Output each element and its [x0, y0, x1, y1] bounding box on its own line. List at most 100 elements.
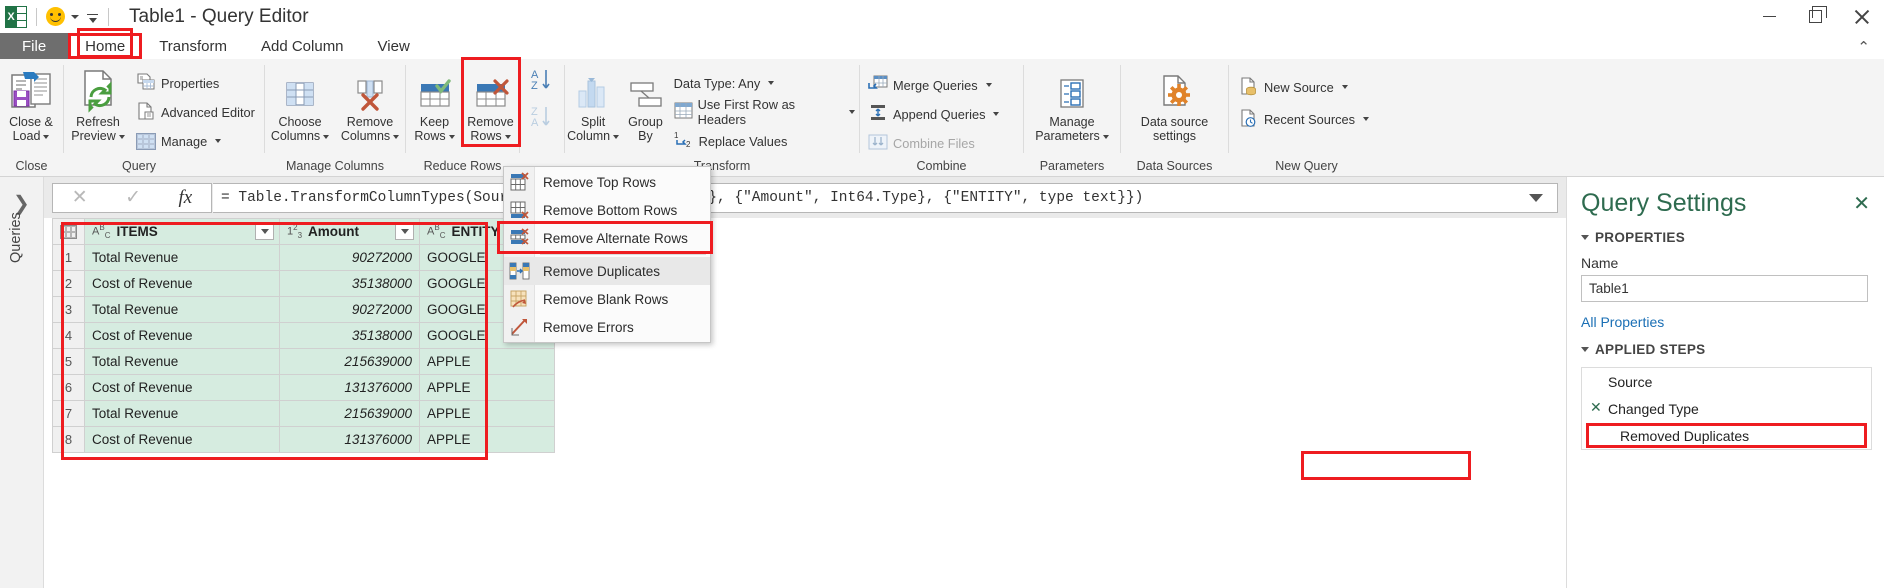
use-first-row-as-headers-button[interactable]: Use First Row as Headers [670, 97, 859, 127]
chevron-down-icon[interactable] [849, 110, 855, 114]
chevron-down-icon[interactable] [1341, 85, 1348, 89]
replace-values-button[interactable]: 1 2 Replace Values [670, 128, 859, 154]
close-and-load-button[interactable]: Close & Load [0, 64, 62, 143]
new-source-button[interactable]: New Source [1235, 74, 1373, 100]
cell-entity[interactable]: APPLE [419, 348, 555, 375]
manage-button[interactable]: Manage [132, 128, 259, 154]
smiley-icon[interactable] [46, 7, 65, 26]
select-all-button[interactable] [52, 218, 85, 245]
data-source-settings-button[interactable]: Data source settings [1125, 64, 1225, 143]
tab-add-column[interactable]: Add Column [244, 33, 361, 59]
chevron-down-icon[interactable] [613, 134, 620, 139]
append-queries-button[interactable]: Append Queries [864, 101, 1003, 127]
queries-pane-collapsed[interactable]: ❯ Queries [0, 177, 44, 588]
remove-rows-button[interactable]: Remove Rows [464, 64, 518, 143]
keep-rows-button[interactable]: Keep Rows [408, 64, 462, 143]
tab-file[interactable]: File [0, 33, 69, 59]
cell-amount[interactable]: 35138000 [279, 270, 420, 297]
cell-items[interactable]: Cost of Revenue [84, 426, 280, 453]
chevron-down-icon[interactable] [323, 134, 330, 139]
cell-items[interactable]: Cost of Revenue [84, 322, 280, 349]
chevron-down-icon[interactable] [71, 14, 79, 19]
table-row[interactable]: 1 Total Revenue 90272000 GOOGLE [52, 244, 555, 271]
all-properties-link[interactable]: All Properties [1567, 302, 1884, 330]
cell-amount[interactable]: 35138000 [279, 322, 420, 349]
cell-items[interactable]: Total Revenue [84, 296, 280, 323]
confirm-check-icon[interactable]: ✓ [125, 186, 141, 209]
chevron-down-icon[interactable] [993, 112, 1000, 116]
chevron-down-icon[interactable] [504, 134, 511, 139]
cell-amount[interactable]: 215639000 [279, 400, 420, 427]
cell-items[interactable]: Total Revenue [84, 244, 280, 271]
cell-amount[interactable]: 90272000 [279, 244, 420, 271]
chevron-down-icon[interactable] [118, 134, 125, 139]
column-filter-items-button[interactable] [255, 223, 274, 240]
menu-item-remove-alternate-rows[interactable]: Remove Alternate Rows [504, 224, 710, 252]
table-row[interactable]: 4 Cost of Revenue 35138000 GOOGLE [52, 322, 555, 349]
advanced-editor-button[interactable]: Advanced Editor [132, 99, 259, 125]
applied-steps-section-header[interactable]: APPLIED STEPS [1567, 330, 1884, 361]
cell-items[interactable]: Cost of Revenue [84, 374, 280, 401]
menu-item-remove-bottom-rows[interactable]: Remove Bottom Rows [504, 196, 710, 224]
manage-parameters-button[interactable]: Manage Parameters [1028, 64, 1116, 143]
query-name-input[interactable]: Table1 [1581, 275, 1868, 302]
cell-amount[interactable]: 215639000 [279, 348, 420, 375]
chevron-down-icon[interactable] [768, 81, 775, 85]
cell-items[interactable]: Total Revenue [84, 400, 280, 427]
choose-columns-button[interactable]: Choose Columns [267, 64, 333, 143]
maximize-button[interactable] [1792, 0, 1838, 33]
fx-icon[interactable]: fx [179, 187, 193, 209]
properties-section-header[interactable]: PROPERTIES [1567, 218, 1884, 249]
applied-step-changed-type[interactable]: ✕ Changed Type [1582, 395, 1871, 422]
chevron-down-icon[interactable] [448, 134, 455, 139]
minimize-button[interactable] [1746, 0, 1792, 33]
table-row[interactable]: 8 Cost of Revenue 131376000 APPLE [52, 426, 555, 453]
split-column-button[interactable]: Split Column [565, 64, 621, 143]
tab-home[interactable]: Home [68, 33, 143, 59]
sort-descending-button[interactable]: Z A [529, 104, 555, 135]
menu-item-remove-blank-rows[interactable]: Remove Blank Rows [504, 285, 710, 313]
menu-item-remove-duplicates[interactable]: Remove Duplicates [504, 257, 710, 285]
cell-items[interactable]: Cost of Revenue [84, 270, 280, 297]
table-row[interactable]: 3 Total Revenue 90272000 GOOGLE [52, 296, 555, 323]
merge-queries-button[interactable]: Merge Queries [864, 72, 1003, 98]
chevron-down-icon[interactable] [1102, 134, 1109, 139]
column-header-items[interactable]: ABC ITEMS [84, 218, 280, 245]
group-by-button[interactable]: Group By [621, 64, 669, 143]
applied-step-removed-duplicates[interactable]: Removed Duplicates [1582, 422, 1871, 449]
column-header-amount[interactable]: 123 Amount [279, 218, 420, 245]
tab-view[interactable]: View [361, 33, 427, 59]
cell-amount[interactable]: 90272000 [279, 296, 420, 323]
close-button[interactable] [1838, 0, 1884, 33]
cell-items[interactable]: Total Revenue [84, 348, 280, 375]
data-type-button[interactable]: Data Type: Any [670, 70, 859, 96]
table-row[interactable]: 5 Total Revenue 215639000 APPLE [52, 348, 555, 375]
collapse-ribbon-icon[interactable]: ⌃ [1857, 38, 1870, 56]
cell-amount[interactable]: 131376000 [279, 426, 420, 453]
cell-entity[interactable]: APPLE [419, 426, 555, 453]
table-row[interactable]: 2 Cost of Revenue 35138000 GOOGLE [52, 270, 555, 297]
properties-button[interactable]: Properties [132, 70, 259, 96]
chevron-down-icon[interactable] [393, 134, 400, 139]
tab-transform[interactable]: Transform [142, 33, 244, 59]
formula-input[interactable]: = Table.TransformColumnTypes(Source,{{"I… [213, 182, 1558, 213]
menu-item-remove-errors[interactable]: Remove Errors [504, 313, 710, 341]
refresh-preview-button[interactable]: Refresh Preview [64, 64, 132, 143]
chevron-down-icon[interactable] [985, 83, 992, 87]
table-row[interactable]: 7 Total Revenue 215639000 APPLE [52, 400, 555, 427]
menu-item-remove-top-rows[interactable]: Remove Top Rows [504, 168, 710, 196]
cell-entity[interactable]: APPLE [419, 400, 555, 427]
chevron-down-icon[interactable] [1363, 117, 1370, 121]
table-row[interactable]: 6 Cost of Revenue 131376000 APPLE [52, 374, 555, 401]
step-settings-icon[interactable]: ✕ [1590, 400, 1602, 414]
cancel-x-icon[interactable]: ✕ [72, 186, 88, 209]
chevron-down-icon[interactable] [43, 134, 50, 139]
cell-amount[interactable]: 131376000 [279, 374, 420, 401]
remove-columns-button[interactable]: Remove Columns [337, 64, 403, 143]
column-filter-amount-button[interactable] [395, 223, 414, 240]
close-panel-icon[interactable]: ✕ [1853, 191, 1870, 216]
sort-ascending-button[interactable]: A Z [529, 67, 555, 98]
recent-sources-button[interactable]: Recent Sources [1235, 106, 1373, 132]
applied-step-source[interactable]: Source [1582, 368, 1871, 395]
chevron-down-icon[interactable] [215, 139, 222, 143]
